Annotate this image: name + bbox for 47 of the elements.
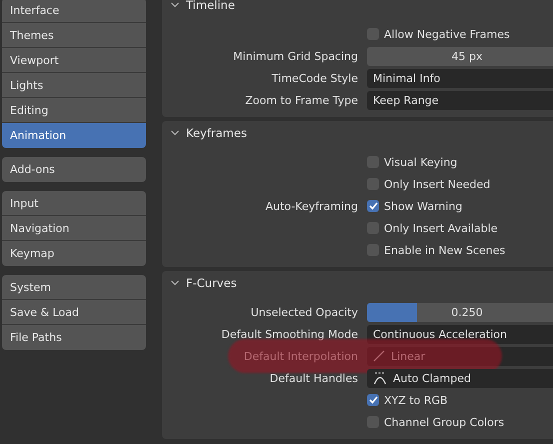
checkbox-label: Enable in New Scenes: [384, 244, 506, 256]
sidebar-item[interactable]: Viewport: [2, 48, 146, 73]
checkmark-icon: [368, 396, 378, 404]
dropdown[interactable]: Minimal Info: [367, 68, 553, 88]
checkbox-label: Show Warning: [384, 200, 462, 212]
checkbox-label: Allow Negative Frames: [384, 28, 510, 40]
field-label: TimeCode Style: [272, 72, 358, 84]
chevron-icon[interactable]: [170, 0, 180, 10]
sidebar-item[interactable]: Editing: [2, 98, 146, 123]
checkbox-label: Channel Group Colors: [384, 416, 504, 428]
panel-title: Timeline: [186, 0, 235, 12]
panel-title: F-Curves: [186, 276, 237, 290]
sidebar-item[interactable]: Input: [2, 191, 146, 216]
field-label: Auto-Keyframing: [265, 200, 358, 212]
field-label: Default Handles: [270, 372, 358, 384]
sidebar-item[interactable]: Navigation: [2, 216, 146, 241]
curve-handle-icon: [373, 372, 387, 384]
sidebar-item[interactable]: Save & Load: [2, 300, 146, 325]
sidebar-item[interactable]: Interface: [2, 0, 146, 23]
sidebar-item[interactable]: Themes: [2, 23, 146, 48]
panel-title: Keyframes: [186, 126, 247, 140]
chevron-icon[interactable]: [170, 128, 180, 138]
checkbox[interactable]: [367, 200, 379, 212]
checkbox[interactable]: [367, 394, 379, 406]
chevron-icon[interactable]: [170, 278, 180, 288]
dropdown[interactable]: Keep Range: [367, 90, 553, 110]
checkbox-label: Only Insert Needed: [384, 178, 490, 190]
sidebar-item[interactable]: Lights: [2, 73, 146, 98]
slider-track[interactable]: 0.250: [367, 302, 553, 322]
checkmark-icon: [368, 202, 378, 210]
checkbox-label: Visual Keying: [384, 156, 458, 168]
dropdown[interactable]: Auto Clamped: [367, 368, 553, 388]
sidebar-item[interactable]: Add-ons: [2, 157, 146, 182]
field-label: Unselected Opacity: [250, 306, 358, 318]
field-label: Zoom to Frame Type: [245, 94, 358, 106]
sidebar-item[interactable]: File Paths: [2, 325, 146, 350]
sidebar-item[interactable]: Keymap: [2, 241, 146, 266]
dropdown[interactable]: Continuous Acceleration: [367, 324, 553, 344]
number-field[interactable]: 45 px: [367, 46, 553, 66]
sidebar-item[interactable]: System: [2, 275, 146, 300]
checkbox-label: Only Insert Available: [384, 222, 498, 234]
field-label: Minimum Grid Spacing: [233, 50, 358, 62]
diagonal-line-icon: [373, 350, 385, 362]
field-label: Default Smoothing Mode: [221, 328, 358, 340]
sidebar-item[interactable]: Animation: [2, 123, 146, 148]
field-label: Default Interpolation: [244, 350, 358, 362]
checkbox-label: XYZ to RGB: [384, 394, 448, 406]
